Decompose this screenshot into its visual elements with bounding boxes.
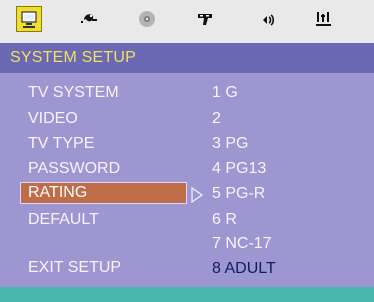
menu-item-default[interactable]: DEFAULT — [28, 211, 99, 229]
rating-option-2[interactable]: 2 — [212, 110, 221, 128]
video-setup-icon[interactable] — [193, 6, 219, 32]
menu-item-rating[interactable]: RATING — [20, 182, 187, 204]
selection-arrow-icon — [191, 186, 204, 204]
menu-item-password[interactable]: PASSWORD — [28, 160, 120, 178]
disc-icon[interactable] — [134, 6, 160, 32]
rating-option-7[interactable]: 7 NC-17 — [212, 235, 272, 253]
rating-option-6[interactable]: 6 R — [212, 211, 237, 229]
audio-setup-icon[interactable] — [252, 6, 278, 32]
footer-bar — [0, 287, 374, 302]
rating-option-3[interactable]: 3 PG — [212, 135, 248, 153]
menu-item-tv-type[interactable]: TV TYPE — [28, 135, 94, 153]
menu-item-video[interactable]: VIDEO — [28, 110, 78, 128]
rating-option-4[interactable]: 4 PG13 — [212, 160, 266, 178]
page-title: SYSTEM SETUP — [10, 49, 136, 66]
menu-item-exit-setup[interactable]: EXIT SETUP — [28, 259, 121, 277]
setup-menu-panel: TV SYSTEM VIDEO TV TYPE PASSWORD RATING … — [0, 73, 374, 287]
system-setup-icon[interactable] — [16, 6, 42, 32]
setup-header: SYSTEM SETUP — [0, 43, 374, 73]
rating-option-1[interactable]: 1 G — [212, 84, 238, 102]
rating-option-8[interactable]: 8 ADULT — [212, 260, 276, 278]
menu-item-tv-system[interactable]: TV SYSTEM — [28, 84, 119, 102]
language-icon[interactable] — [75, 6, 101, 32]
preferences-icon[interactable] — [311, 6, 337, 32]
setup-top-bar — [0, 0, 374, 38]
system-setup-screen: SYSTEM SETUP TV SYSTEM VIDEO TV TYPE PAS… — [0, 0, 374, 302]
rating-option-5[interactable]: 5 PG-R — [212, 185, 265, 203]
